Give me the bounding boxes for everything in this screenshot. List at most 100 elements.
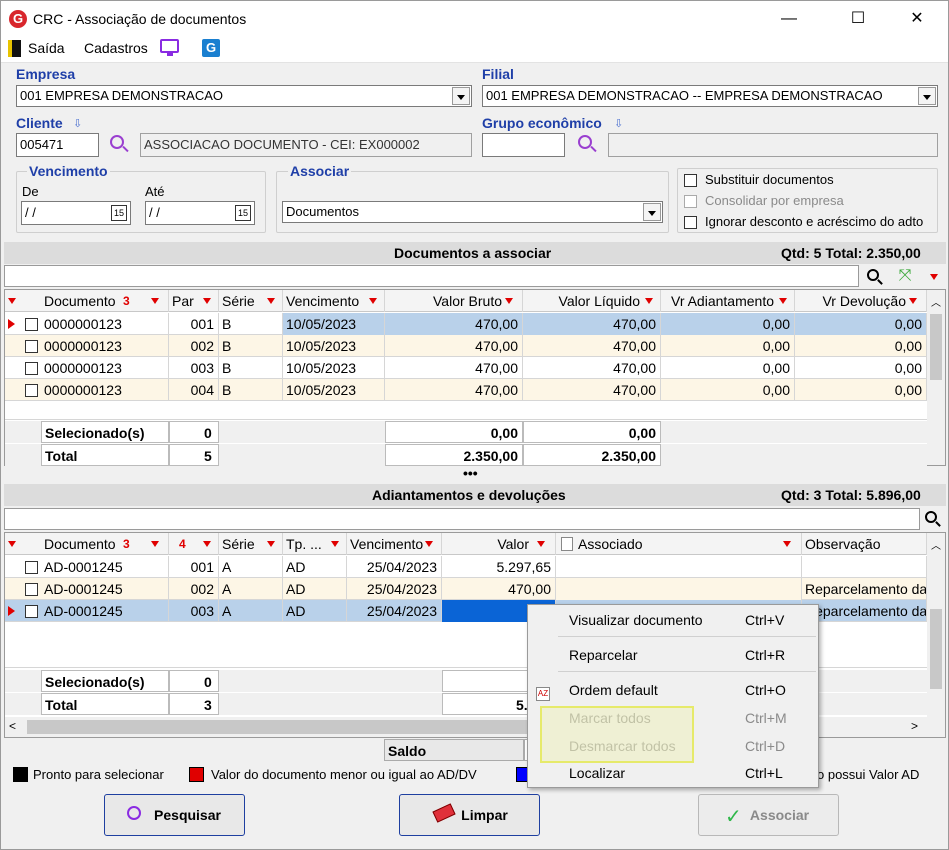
filter-icon[interactable]: [8, 298, 16, 304]
col-valor-bruto[interactable]: Valor Bruto: [385, 290, 523, 312]
search-icon-handle: [935, 521, 941, 527]
minimize-button[interactable]: —: [766, 1, 812, 37]
chevron-up-icon[interactable]: ︿: [929, 294, 943, 309]
filter-icon[interactable]: [331, 541, 339, 547]
filter-icon[interactable]: [425, 541, 433, 547]
table-row[interactable]: 0000000123 004 B 10/05/2023 470,00 470,00 0,00…: [5, 379, 927, 401]
chevron-up-icon[interactable]: ︿: [929, 537, 943, 552]
filter-icon[interactable]: [267, 541, 275, 547]
search-icon-handle: [122, 145, 129, 153]
adts-summary: Qtd: 3 Total: 5.896,00: [781, 487, 921, 503]
filter-icon[interactable]: [203, 541, 211, 547]
table-cell: 0,00: [661, 313, 795, 335]
context-menu-item[interactable]: Visualizar documento Ctrl+V: [528, 606, 818, 634]
table-cell: 0,00: [661, 357, 795, 379]
filter-icon[interactable]: [783, 541, 791, 547]
filial-select[interactable]: 001 EMPRESA DEMONSTRACAO -- EMPRESA DEMO…: [482, 85, 938, 107]
highlight-box: [540, 706, 694, 763]
exit-door-icon[interactable]: [8, 40, 21, 57]
filter-icon[interactable]: [645, 298, 653, 304]
row-checkbox[interactable]: [25, 605, 38, 618]
col-parcela[interactable]: [169, 533, 219, 555]
filter-icon[interactable]: [779, 298, 787, 304]
table-cell: 0,00: [661, 335, 795, 357]
context-menu-item[interactable]: Localizar Ctrl+L: [528, 759, 818, 787]
filter-icon[interactable]: [537, 541, 545, 547]
associar-select[interactable]: Documentos: [282, 201, 663, 223]
substituir-checkbox[interactable]: [684, 174, 697, 187]
filter-icon[interactable]: [267, 298, 275, 304]
docs-summary: Qtd: 5 Total: 2.350,00: [781, 245, 921, 261]
table-row[interactable]: 0000000123 002 B 10/05/2023 470,00 470,00 0,00…: [5, 335, 927, 357]
splitter-handle[interactable]: •••: [463, 465, 478, 481]
docs-search-input[interactable]: [4, 265, 859, 287]
docs-vscrollbar[interactable]: ︿: [927, 290, 945, 465]
adts-search-input[interactable]: [4, 508, 920, 530]
filter-icon[interactable]: [151, 298, 159, 304]
col-vr-devolucao[interactable]: Vr Devolução: [795, 290, 927, 312]
context-menu-item[interactable]: Reparcelar Ctrl+R: [528, 641, 818, 669]
scroll-thumb[interactable]: [27, 720, 533, 734]
calendar-icon[interactable]: 15: [235, 205, 251, 221]
close-button[interactable]: ✕: [894, 1, 940, 37]
chevron-right-icon[interactable]: >: [911, 719, 918, 733]
chevron-left-icon[interactable]: <: [9, 719, 16, 733]
row-checkbox[interactable]: [25, 318, 38, 331]
monitor-icon[interactable]: [160, 39, 179, 53]
sort-az-icon: AZ: [536, 687, 550, 701]
empresa-select[interactable]: 001 EMPRESA DEMONSTRACAO: [16, 85, 472, 107]
calendar-icon[interactable]: 15: [111, 205, 127, 221]
col-associado[interactable]: Associado: [556, 533, 802, 555]
maximize-button[interactable]: ☐: [835, 1, 881, 37]
menu-registers[interactable]: Cadastros: [84, 40, 148, 56]
col-observacao[interactable]: Observação: [802, 533, 927, 555]
chevron-down-icon[interactable]: [643, 203, 661, 221]
context-menu-item[interactable]: Ordem default Ctrl+O: [528, 676, 818, 704]
col-vr-adiantamento[interactable]: Vr Adiantamento: [661, 290, 795, 312]
table-cell: A: [219, 600, 283, 622]
table-cell: 470,00: [385, 379, 523, 401]
row-checkbox[interactable]: [25, 583, 38, 596]
filter-icon[interactable]: [909, 298, 917, 304]
de-label: De: [22, 184, 39, 199]
expand-icon[interactable]: ⤧: [893, 265, 917, 287]
menu-exit[interactable]: Saída: [28, 40, 65, 56]
filter-icon[interactable]: [369, 298, 377, 304]
col-documento[interactable]: Documento: [41, 290, 169, 312]
scroll-thumb[interactable]: [930, 609, 942, 689]
ignorar-checkbox[interactable]: [684, 216, 697, 229]
chevron-down-icon[interactable]: [918, 87, 936, 105]
table-cell: AD: [283, 556, 347, 578]
cliente-code-input[interactable]: 005471: [16, 133, 99, 157]
limpar-button[interactable]: Limpar: [399, 794, 540, 836]
row-checkbox[interactable]: [25, 340, 38, 353]
table-cell: A: [219, 556, 283, 578]
table-row[interactable]: 0000000123 001 B 10/05/2023 470,00 470,00 0,00…: [5, 313, 927, 335]
table-row[interactable]: AD-0001245 002 A AD 25/04/2023 470,00 Reparcel…: [5, 578, 927, 600]
filter-icon[interactable]: [505, 298, 513, 304]
pesquisar-button[interactable]: Pesquisar: [104, 794, 245, 836]
app-g-icon[interactable]: G: [202, 39, 220, 57]
table-row[interactable]: 0000000123 003 B 10/05/2023 470,00 470,00 0,00…: [5, 357, 927, 379]
col-valor-liquido[interactable]: Valor Líquido: [523, 290, 661, 312]
col-documento[interactable]: Documento: [41, 533, 169, 555]
search-icon-handle: [877, 279, 883, 285]
docs-total-row: Total 5 2.350,00 2.350,00: [5, 444, 927, 466]
chevron-down-icon[interactable]: [452, 87, 470, 105]
empresa-value: 001 EMPRESA DEMONSTRACAO: [20, 88, 223, 103]
filter-icon[interactable]: [8, 541, 16, 547]
filter-icon[interactable]: [203, 298, 211, 304]
dropdown-arrow-icon[interactable]: [930, 274, 938, 280]
legend-black-label: Pronto para selecionar: [33, 767, 164, 782]
menu-item-label: Visualizar documento: [569, 612, 703, 628]
filter-icon[interactable]: [151, 541, 159, 547]
scroll-thumb[interactable]: [930, 314, 942, 380]
row-checkbox[interactable]: [25, 384, 38, 397]
col-par[interactable]: Par: [169, 290, 219, 312]
row-checkbox[interactable]: [25, 561, 38, 574]
row-checkbox[interactable]: [25, 362, 38, 375]
grupo-code-input[interactable]: [482, 133, 565, 157]
total-liquido: 2.350,00: [523, 444, 661, 466]
table-row[interactable]: AD-0001245 001 A AD 25/04/2023 5.297,65: [5, 556, 927, 578]
adts-vscrollbar[interactable]: ︿: [927, 533, 945, 717]
